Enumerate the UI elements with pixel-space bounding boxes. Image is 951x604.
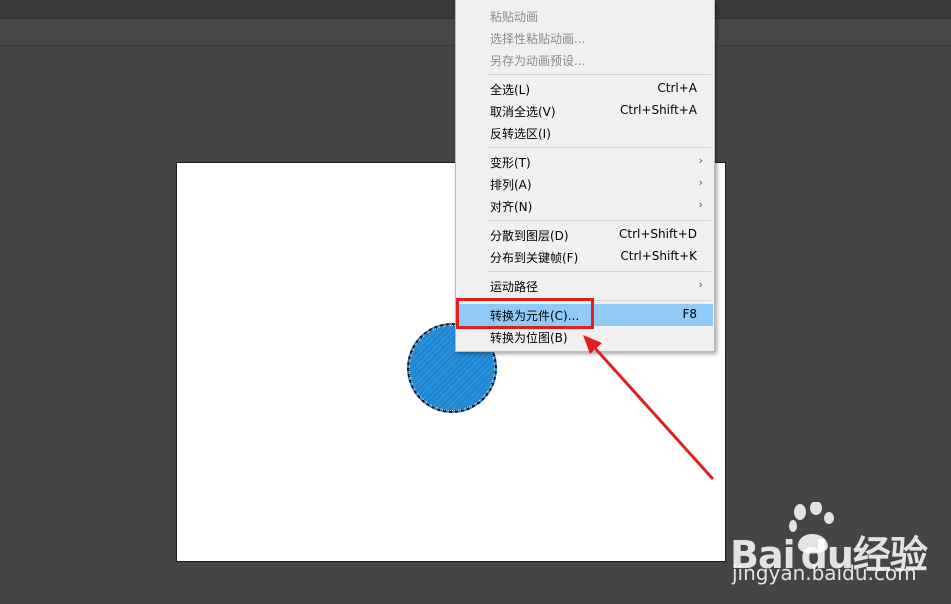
baidu-paw-logo-icon [789, 502, 834, 554]
menu-item-label: 对齐(N) [490, 200, 533, 214]
menu-item-convert-to-bitmap[interactable]: 转换为位图(B) [459, 326, 713, 348]
menu-item-label: 变形(T) [490, 156, 531, 170]
menu-separator [487, 271, 711, 272]
menu-item-align[interactable]: 对齐(N) › [459, 195, 713, 217]
menu-item-arrange[interactable]: 排列(A) › [459, 173, 713, 195]
menu-item-save-motion-preset[interactable]: 另存为动画预设... [459, 49, 713, 71]
submenu-arrow-icon: › [698, 278, 703, 291]
menu-item-paste-motion-special[interactable]: 选择性粘贴动画... [459, 27, 713, 49]
menu-item-paste-motion[interactable]: 粘贴动画 [459, 5, 713, 27]
menu-item-label: 转换为位图(B) [490, 331, 568, 345]
menu-item-label: 全选(L) [490, 83, 531, 97]
menu-item-transform[interactable]: 变形(T) › [459, 151, 713, 173]
menu-item-shortcut: Ctrl+Shift+D [619, 227, 697, 241]
baidu-watermark: Bai du经验 jingyan.baidu.com [730, 500, 950, 600]
menu-item-label: 选择性粘贴动画... [490, 32, 586, 46]
menu-item-select-all[interactable]: 全选(L) Ctrl+A [459, 78, 713, 100]
menu-item-invert-selection[interactable]: 反转选区(I) [459, 122, 713, 144]
menu-item-shortcut: Ctrl+A [657, 81, 697, 95]
submenu-arrow-icon: › [698, 198, 703, 211]
menu-item-label: 粘贴动画 [490, 10, 539, 24]
menu-item-deselect-all[interactable]: 取消全选(V) Ctrl+Shift+A [459, 100, 713, 122]
menu-item-label: 反转选区(I) [490, 127, 551, 141]
submenu-arrow-icon: › [698, 176, 703, 189]
menu-item-label: 排列(A) [490, 178, 532, 192]
menu-item-motion-path[interactable]: 运动路径 › [459, 275, 713, 297]
menu-item-shortcut: Ctrl+Shift+K [620, 249, 697, 263]
menu-item-label: 取消全选(V) [490, 105, 556, 119]
menu-separator [487, 147, 711, 148]
annotation-highlight-box [456, 298, 594, 329]
menu-item-label: 运动路径 [490, 280, 539, 294]
menu-item-shortcut: F8 [682, 307, 697, 321]
menu-item-shortcut: Ctrl+Shift+A [620, 103, 697, 117]
menu-item-label: 另存为动画预设... [490, 54, 586, 68]
menu-item-label: 分布到关键帧(F) [490, 251, 579, 265]
menu-separator [487, 74, 711, 75]
menu-item-label: 分散到图层(D) [490, 229, 569, 243]
watermark-url: jingyan.baidu.com [732, 561, 917, 585]
menu-separator [487, 220, 711, 221]
menu-item-distribute-to-keyframes[interactable]: 分布到关键帧(F) Ctrl+Shift+K [459, 246, 713, 268]
menu-item-distribute-to-layers[interactable]: 分散到图层(D) Ctrl+Shift+D [459, 224, 713, 246]
submenu-arrow-icon: › [698, 154, 703, 167]
